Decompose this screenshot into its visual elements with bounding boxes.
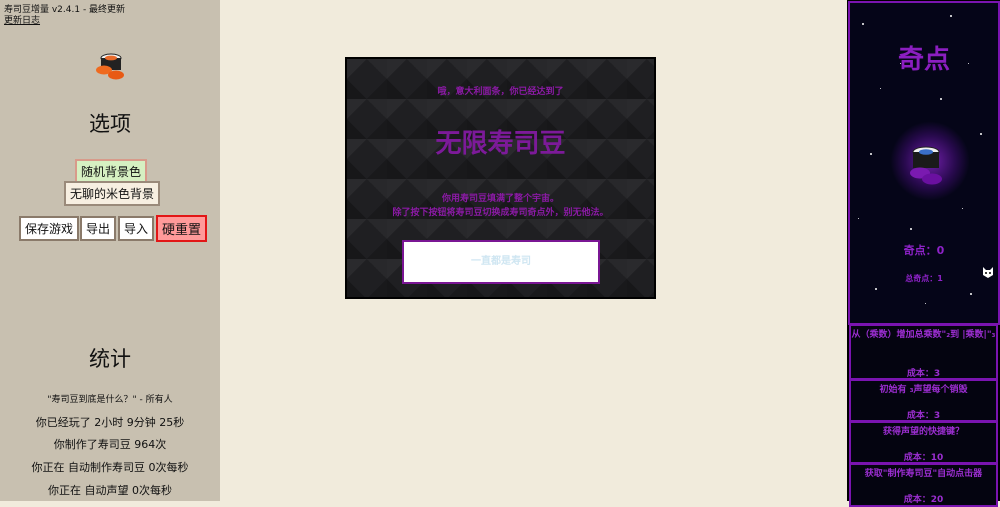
star-icon <box>962 208 963 209</box>
star-icon <box>880 88 881 89</box>
star-icon <box>970 293 972 295</box>
upgrade-card[interactable]: 获取"制作寿司豆"自动点击器 成本：20 <box>849 463 998 507</box>
upgrade-cost-value: 10 <box>930 453 944 463</box>
modal-intro-text: 哦，意大利面条，你已经达到了 <box>437 87 564 97</box>
upgrade-cost-value: 3 <box>933 411 941 421</box>
always-sushi-button[interactable]: 一直都是寿司 <box>402 240 600 284</box>
singularity-points: 奇点：0 <box>850 242 998 258</box>
star-icon <box>870 153 872 155</box>
upgrade-cost-label: 成本： <box>906 369 934 379</box>
singularity-points-value: 0 <box>936 244 945 257</box>
options-heading: 选项 <box>89 112 131 136</box>
singularity-space-view: 奇点 奇点：0 总奇点：1 <box>848 1 1000 325</box>
save-game-button[interactable]: 保存游戏 <box>19 216 80 241</box>
star-icon <box>925 303 926 304</box>
upgrade-title: 获取"制作寿司豆"自动点击器 <box>864 469 983 479</box>
singularity-total-label: 总奇点： <box>905 274 938 283</box>
export-button[interactable]: 导出 <box>80 216 117 241</box>
upgrade-cost: 成本：3 <box>851 366 996 379</box>
left-panel: 寿司豆增量 v2.4.1 - 最终更新 更新日志 选项 随机背景色 无聊的米色背… <box>0 0 220 501</box>
upgrade-card[interactable]: 从（乘数）增加总乘数"₂到 |乘数|"₃ 成本：3 <box>849 324 998 380</box>
stat-auto-sushi: 你正在 自动制作寿司豆 0次每秒 <box>31 461 189 474</box>
stat-auto-prestige: 你正在 自动声望 0次每秒 <box>48 484 172 497</box>
infinity-modal: 哦，意大利面条，你已经达到了 无限寿司豆 你用寿司豆填满了整个宇宙。 除了按下按… <box>345 57 656 299</box>
upgrade-cost: 成本：3 <box>851 408 996 421</box>
star-icon <box>940 98 942 100</box>
upgrade-title: 从（乘数）增加总乘数"₂到 |乘数|"₃ <box>851 330 996 340</box>
modal-description-line-2: 除了按下按钮将寿司豆切换成寿司奇点外，别无他法。 <box>392 208 609 218</box>
stat-sushi-made: 你制作了寿司豆 964次 <box>53 438 167 451</box>
upgrade-card[interactable]: 获得声望的快捷键？ 成本：10 <box>849 421 998 464</box>
star-icon <box>950 15 952 17</box>
star-icon <box>980 133 982 135</box>
star-icon <box>910 228 912 230</box>
upgrade-cost-label: 成本： <box>903 495 931 505</box>
modal-title: 无限寿司豆 <box>435 129 566 159</box>
upgrade-title: 初始有 ₃声望每个销毁 <box>879 385 968 395</box>
changelog-link[interactable]: 更新日志 <box>4 16 40 26</box>
singularity-points-label: 奇点： <box>903 244 937 257</box>
singularity-sushi-icon[interactable] <box>906 143 946 187</box>
star-icon <box>875 288 877 290</box>
cat-icon[interactable] <box>981 265 995 279</box>
stats-heading: 统计 <box>89 347 131 371</box>
singularity-total: 总奇点：1 <box>850 273 998 284</box>
stat-time-played: 你已经玩了 2小时 9分钟 25秒 <box>35 416 185 429</box>
upgrade-cost-label: 成本： <box>903 453 931 463</box>
upgrade-cost: 成本：20 <box>851 492 996 505</box>
beige-background-button[interactable]: 无聊的米色背景 <box>64 181 161 206</box>
upgrade-cost-value: 3 <box>933 369 941 379</box>
upgrade-card[interactable]: 初始有 ₃声望每个销毁 成本：3 <box>849 379 998 422</box>
upgrade-cost-value: 20 <box>930 495 944 505</box>
upgrade-cost: 成本：10 <box>851 450 996 463</box>
star-icon <box>858 218 859 219</box>
upgrade-cost-label: 成本： <box>906 411 934 421</box>
upgrade-title: 获得声望的快捷键？ <box>882 427 964 437</box>
hard-reset-button[interactable]: 硬重置 <box>156 215 208 242</box>
sushi-bean-logo-icon <box>96 53 124 80</box>
star-icon <box>862 23 864 25</box>
singularity-panel: 奇点 奇点：0 总奇点：1 从（乘数）增加总乘数"₂到 |乘数|"₃ 成本：3 … <box>847 0 1000 507</box>
version-info: 寿司豆增量 v2.4.1 - 最终更新 更新日志 <box>4 5 125 27</box>
import-button[interactable]: 导入 <box>118 216 155 241</box>
modal-description-line-1: 你用寿司豆填满了整个宇宙。 <box>441 194 559 204</box>
singularity-total-value: 1 <box>937 274 943 283</box>
singularity-title: 奇点 <box>897 45 950 75</box>
stats-quote: "寿司豆到底是什么？" - 所有人 <box>47 395 173 405</box>
version-label: 寿司豆增量 v2.4.1 - 最终更新 <box>4 5 126 15</box>
